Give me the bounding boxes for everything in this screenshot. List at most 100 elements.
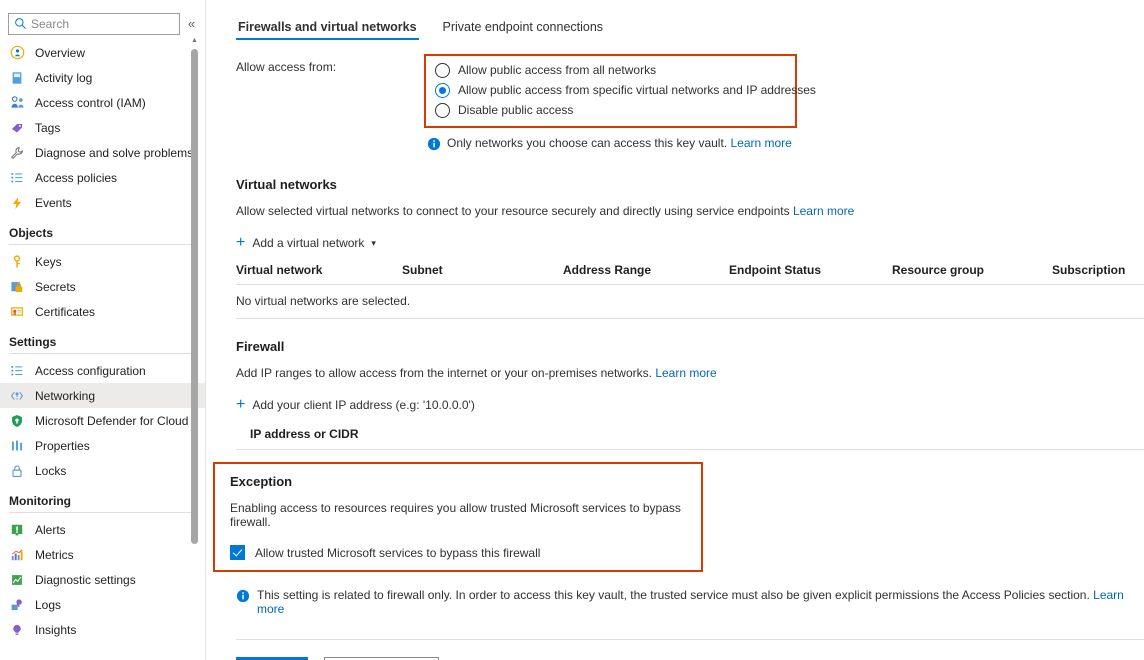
tags-icon: [9, 120, 25, 136]
info-icon: [236, 589, 250, 603]
sidebar-item-overview[interactable]: Overview: [0, 40, 205, 65]
sidebar-item-defender[interactable]: Microsoft Defender for Cloud: [0, 408, 205, 433]
search-placeholder-text: Search: [31, 17, 69, 31]
search-icon: [14, 17, 27, 30]
sidebar-item-access-configuration[interactable]: Access configuration: [0, 358, 205, 383]
alerts-icon: [9, 522, 25, 538]
sidebar-group-monitoring: Monitoring: [0, 483, 205, 512]
sidebar-item-label: Properties: [35, 439, 90, 453]
sidebar-item-logs[interactable]: Logs: [0, 592, 205, 617]
column-header-subscription[interactable]: Subscription: [1052, 259, 1144, 285]
virtual-networks-description-text: Allow selected virtual networks to conne…: [236, 204, 790, 218]
footer-info-text: This setting is related to firewall only…: [257, 588, 1144, 616]
radio-option-disable-public-access[interactable]: Disable public access: [435, 100, 785, 120]
sidebar-item-alerts[interactable]: Alerts: [0, 517, 205, 542]
sidebar-divider: [9, 512, 195, 513]
radio-label: Allow public access from specific virtua…: [458, 83, 816, 97]
key-icon: [9, 254, 25, 270]
scroll-up-arrow-icon[interactable]: ▲: [190, 36, 199, 44]
sidebar-item-label: Alerts: [35, 523, 66, 537]
exception-section-highlight: Exception Enabling access to resources r…: [213, 462, 703, 572]
sidebar-item-label: Microsoft Defender for Cloud: [35, 414, 188, 428]
sidebar-item-label: Activity log: [35, 71, 92, 85]
sidebar-item-label: Logs: [35, 598, 61, 612]
column-header-endpoint-status[interactable]: Endpoint Status: [729, 259, 892, 285]
firewall-title: Firewall: [236, 339, 1144, 354]
azure-portal-networking-page: Search « Overview: [0, 0, 1144, 660]
add-virtual-network-row: + Add a virtual network ▾: [236, 235, 1144, 251]
events-icon: [9, 195, 25, 211]
tab-firewalls-and-virtual-networks[interactable]: Firewalls and virtual networks: [236, 20, 419, 40]
exception-title: Exception: [230, 474, 701, 489]
firewall-learn-more-link[interactable]: Learn more: [655, 366, 716, 380]
public-access-radio-group: Allow public access from all networks Al…: [426, 56, 795, 126]
chevron-down-icon: ▾: [371, 238, 376, 249]
sidebar-item-label: Metrics: [35, 548, 74, 562]
sidebar-item-label: Overview: [35, 46, 85, 60]
radio-icon[interactable]: [435, 103, 450, 118]
policies-icon: [9, 170, 25, 186]
tab-private-endpoint-connections[interactable]: Private endpoint connections: [441, 20, 606, 40]
trusted-services-checkbox-label: Allow trusted Microsoft services to bypa…: [255, 546, 540, 560]
sidebar-item-label: Access configuration: [35, 364, 146, 378]
sidebar-item-metrics[interactable]: Metrics: [0, 542, 205, 567]
radio-icon[interactable]: [435, 63, 450, 78]
add-client-ip-button[interactable]: + Add your client IP address (e.g: '10.0…: [236, 397, 475, 413]
column-header-address-range[interactable]: Address Range: [563, 259, 729, 285]
sidebar-group-settings: Settings: [0, 324, 205, 353]
sidebar-item-events[interactable]: Events: [0, 190, 205, 215]
sidebar-item-label: Diagnostic settings: [35, 573, 136, 587]
search-input[interactable]: Search: [8, 13, 180, 35]
access-info-sentence: Only networks you choose can access this…: [447, 136, 727, 150]
checkbox-icon-checked[interactable]: [230, 545, 245, 560]
collapse-sidebar-button[interactable]: «: [186, 13, 197, 35]
sidebar-group-objects: Objects: [0, 215, 205, 244]
radio-option-specific-networks[interactable]: Allow public access from specific virtua…: [435, 80, 785, 100]
sidebar-item-properties[interactable]: Properties: [0, 433, 205, 458]
sidebar-item-diagnostic-settings[interactable]: Diagnostic settings: [0, 567, 205, 592]
radio-label: Allow public access from all networks: [458, 63, 656, 77]
virtual-networks-empty-text: No virtual networks are selected.: [236, 285, 1144, 319]
sidebar-item-networking[interactable]: Networking: [0, 383, 205, 408]
overview-icon: [9, 45, 25, 61]
sidebar-item-keys[interactable]: Keys: [0, 249, 205, 274]
allow-access-row: Allow access from: Allow public access f…: [214, 40, 1144, 128]
sidebar-item-access-policies[interactable]: Access policies: [0, 165, 205, 190]
main-content: Firewalls and virtual networks Private e…: [206, 0, 1144, 660]
add-virtual-network-button[interactable]: + Add a virtual network ▾: [236, 235, 376, 251]
sidebar-item-label: Locks: [35, 464, 66, 478]
sidebar-item-diagnose[interactable]: Diagnose and solve problems: [0, 140, 205, 165]
sidebar-item-insights[interactable]: Insights: [0, 617, 205, 642]
sidebar-item-label: Keys: [35, 255, 62, 269]
sidebar-item-access-control[interactable]: Access control (IAM): [0, 90, 205, 115]
access-learn-more-link[interactable]: Learn more: [730, 136, 791, 150]
sidebar-item-label: Events: [35, 196, 72, 210]
logs-icon: [9, 597, 25, 613]
sidebar-item-locks[interactable]: Locks: [0, 458, 205, 483]
radio-option-all-networks[interactable]: Allow public access from all networks: [435, 60, 785, 80]
radio-label: Disable public access: [458, 103, 573, 117]
secret-icon: [9, 279, 25, 295]
firewall-section: Firewall Add IP ranges to allow access f…: [214, 339, 1144, 450]
column-header-virtual-network[interactable]: Virtual network: [236, 259, 402, 285]
plus-icon: +: [236, 397, 245, 413]
sidebar-nav: Overview Activity log: [0, 36, 205, 642]
metrics-icon: [9, 547, 25, 563]
footer-divider: [236, 639, 1144, 640]
scrollbar-thumb[interactable]: [191, 49, 198, 544]
column-header-resource-group[interactable]: Resource group: [892, 259, 1052, 285]
column-header-subnet[interactable]: Subnet: [402, 259, 563, 285]
table-empty-row: No virtual networks are selected.: [236, 285, 1144, 319]
radio-icon-selected[interactable]: [435, 83, 450, 98]
firewall-description: Add IP ranges to allow access from the i…: [236, 366, 1144, 380]
certificate-icon: [9, 304, 25, 320]
sidebar-item-secrets[interactable]: Secrets: [0, 274, 205, 299]
virtual-networks-learn-more-link[interactable]: Learn more: [793, 204, 854, 218]
trusted-services-checkbox-row[interactable]: Allow trusted Microsoft services to bypa…: [230, 545, 701, 560]
sidebar-item-tags[interactable]: Tags: [0, 115, 205, 140]
sidebar-scrollbar[interactable]: ▲: [190, 36, 199, 556]
firewall-description-text: Add IP ranges to allow access from the i…: [236, 366, 652, 380]
sidebar-item-certificates[interactable]: Certificates: [0, 299, 205, 324]
sidebar-item-activity-log[interactable]: Activity log: [0, 65, 205, 90]
sidebar-item-label: Diagnose and solve problems: [35, 146, 193, 160]
